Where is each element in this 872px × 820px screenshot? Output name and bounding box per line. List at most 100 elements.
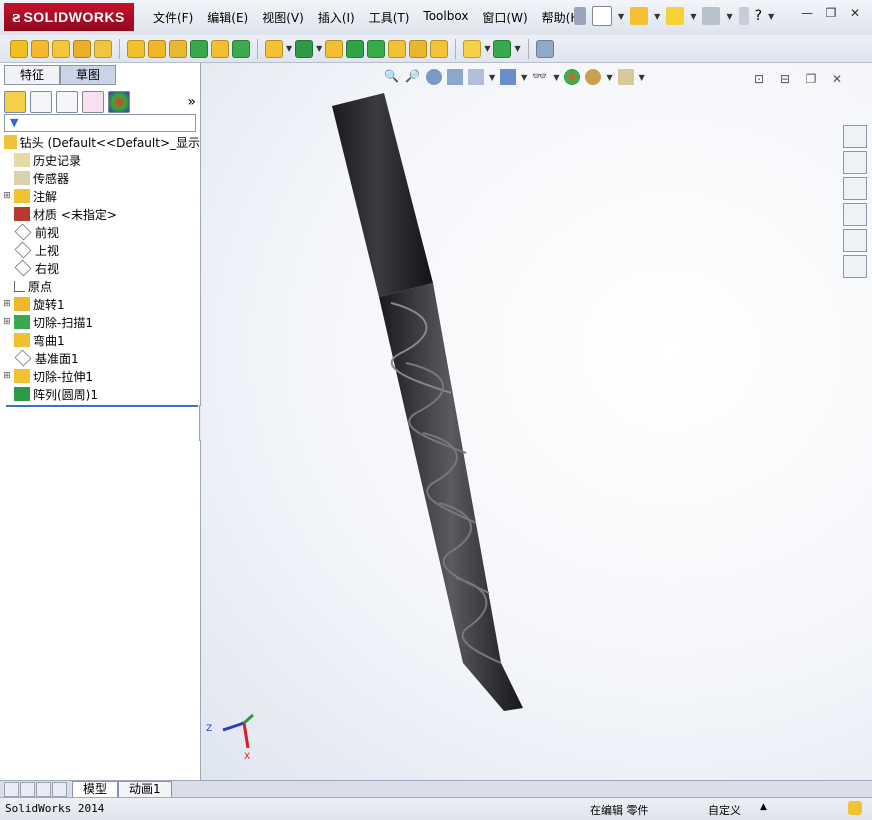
rib-icon[interactable] [325, 39, 344, 58]
status-app-name: SolidWorks 2014 [5, 802, 105, 815]
chevron-down-icon[interactable]: ▼ [654, 12, 660, 21]
configuration-manager-icon[interactable] [56, 91, 78, 113]
view-palette-icon[interactable] [843, 203, 867, 226]
shell-icon[interactable] [367, 39, 386, 58]
menu-window[interactable]: 窗口(W) [475, 9, 534, 26]
swept-cut-icon[interactable] [190, 39, 208, 58]
next-tab-icon[interactable] [36, 782, 51, 797]
chevron-down-icon[interactable]: ▼ [690, 12, 696, 21]
display-manager-icon[interactable] [108, 91, 130, 113]
mirror-icon[interactable] [430, 39, 449, 58]
reference-geometry-icon[interactable] [463, 39, 482, 58]
intersect-icon[interactable] [409, 39, 428, 58]
menu-toolbox[interactable]: Toolbox [416, 9, 475, 26]
tree-item[interactable]: 前视 [2, 223, 200, 241]
tree-item[interactable]: 上视 [2, 241, 200, 259]
options-icon[interactable] [738, 7, 749, 25]
help-icon[interactable]: ? [755, 8, 762, 24]
draft-icon[interactable] [346, 39, 365, 58]
property-manager-icon[interactable] [30, 91, 52, 113]
boundary-boss-icon[interactable] [94, 39, 112, 58]
tree-item-label: 原点 [28, 279, 53, 294]
expand-icon[interactable]: ⊞ [2, 317, 12, 327]
lofted-boss-icon[interactable] [73, 39, 91, 58]
custom-properties-icon[interactable] [843, 255, 867, 278]
expand-icon[interactable]: ⊞ [2, 299, 12, 309]
tree-item[interactable]: ⊞ 切除-拉伸1 [2, 367, 200, 385]
extruded-boss-icon[interactable] [10, 39, 28, 58]
more-tabs-icon[interactable]: » [187, 94, 196, 110]
fillet-icon[interactable] [265, 39, 283, 58]
expand-icon[interactable]: ⊞ [2, 371, 12, 381]
chevron-down-icon[interactable]: ▼ [286, 44, 292, 53]
drill-model[interactable] [201, 63, 872, 780]
curves-icon[interactable] [493, 39, 512, 58]
chevron-down-icon[interactable]: ▼ [514, 44, 520, 53]
chevron-down-icon[interactable]: ▼ [726, 12, 732, 21]
swept-boss-icon[interactable] [52, 39, 70, 58]
chevron-down-icon[interactable]: ▼ [618, 12, 624, 21]
hole-wizard-icon[interactable] [148, 39, 166, 58]
revolved-cut-icon[interactable] [169, 39, 187, 58]
tree-item[interactable]: ⊞ 旋转1 [2, 295, 200, 313]
features-toolbar: ▼ ▼ ▼ ▼ [0, 35, 872, 63]
tree-item[interactable]: 阵列(圆周)1 [2, 385, 200, 403]
linear-pattern-icon[interactable] [295, 39, 314, 58]
tab-features[interactable]: 特征 [4, 65, 60, 85]
file-explorer-icon[interactable] [843, 177, 867, 200]
menu-edit[interactable]: 编辑(E) [200, 9, 255, 26]
tab-model[interactable]: 模型 [72, 781, 119, 798]
menu-tools[interactable]: 工具(T) [362, 9, 417, 26]
tab-motion-study[interactable]: 动画1 [118, 781, 172, 798]
design-library-icon[interactable] [843, 151, 867, 174]
chevron-down-icon[interactable]: ▼ [316, 44, 322, 53]
prev-tab-icon[interactable] [20, 782, 35, 797]
minimize-icon[interactable]: — [800, 6, 814, 20]
first-tab-icon[interactable] [4, 782, 19, 797]
chevron-up-icon[interactable]: ▲ [760, 802, 767, 812]
tree-item[interactable]: ⊞ 注解 [2, 187, 200, 205]
close-icon[interactable]: ✕ [848, 6, 862, 20]
extruded-cut-icon[interactable] [127, 39, 145, 58]
tree-item[interactable]: ⊞ 切除-扫描1 [2, 313, 200, 331]
tree-item[interactable]: 基准面1 [2, 349, 200, 367]
wrap-icon[interactable] [388, 39, 407, 58]
solidworks-resources-icon[interactable] [843, 125, 867, 148]
pin-icon[interactable] [574, 7, 586, 25]
dimxpert-manager-icon[interactable] [82, 91, 104, 113]
feature-manager-icon[interactable] [4, 91, 26, 113]
command-manager-tabs: 特征 草图 [4, 65, 116, 85]
lofted-cut-icon[interactable] [211, 39, 229, 58]
tree-item[interactable]: 右视 [2, 259, 200, 277]
tab-sketch[interactable]: 草图 [60, 65, 116, 85]
appearances-icon[interactable] [843, 229, 867, 252]
open-folder-icon[interactable] [630, 7, 649, 25]
tree-item[interactable]: 传感器 [2, 169, 200, 187]
restore-icon[interactable]: ❐ [824, 6, 838, 20]
tree-item[interactable]: 历史记录 [2, 151, 200, 169]
menu-insert[interactable]: 插入(I) [311, 9, 362, 26]
print-icon[interactable] [702, 7, 721, 25]
status-units[interactable]: 自定义 [708, 802, 741, 818]
tree-item[interactable]: 原点 [2, 277, 200, 295]
menu-file[interactable]: 文件(F) [146, 9, 200, 26]
boundary-cut-icon[interactable] [232, 39, 250, 58]
instant3d-icon[interactable] [535, 39, 554, 58]
tree-item[interactable]: 弯曲1 [2, 331, 200, 349]
expand-icon[interactable]: ⊞ [2, 191, 12, 201]
tree-item[interactable]: 材质 <未指定> [2, 205, 200, 223]
chevron-down-icon[interactable]: ▼ [484, 44, 490, 53]
solidworks-logo[interactable]: ƨ SOLIDWORKS [4, 3, 134, 31]
tree-root[interactable]: 钻头 (Default<<Default>_显示 [2, 133, 200, 151]
last-tab-icon[interactable] [52, 782, 67, 797]
chevron-down-icon[interactable]: ▼ [768, 12, 774, 21]
manager-tabs: » [4, 91, 196, 113]
tree-filter-input[interactable]: ▼ [4, 114, 196, 132]
new-document-icon[interactable] [592, 6, 612, 26]
rebuild-icon[interactable] [848, 801, 862, 815]
menu-view[interactable]: 视图(V) [255, 9, 311, 26]
rebuild-warning-icon[interactable] [666, 7, 685, 25]
rollback-bar[interactable] [6, 405, 198, 407]
revolved-boss-icon[interactable] [31, 39, 49, 58]
swept-cut-icon [14, 315, 30, 329]
